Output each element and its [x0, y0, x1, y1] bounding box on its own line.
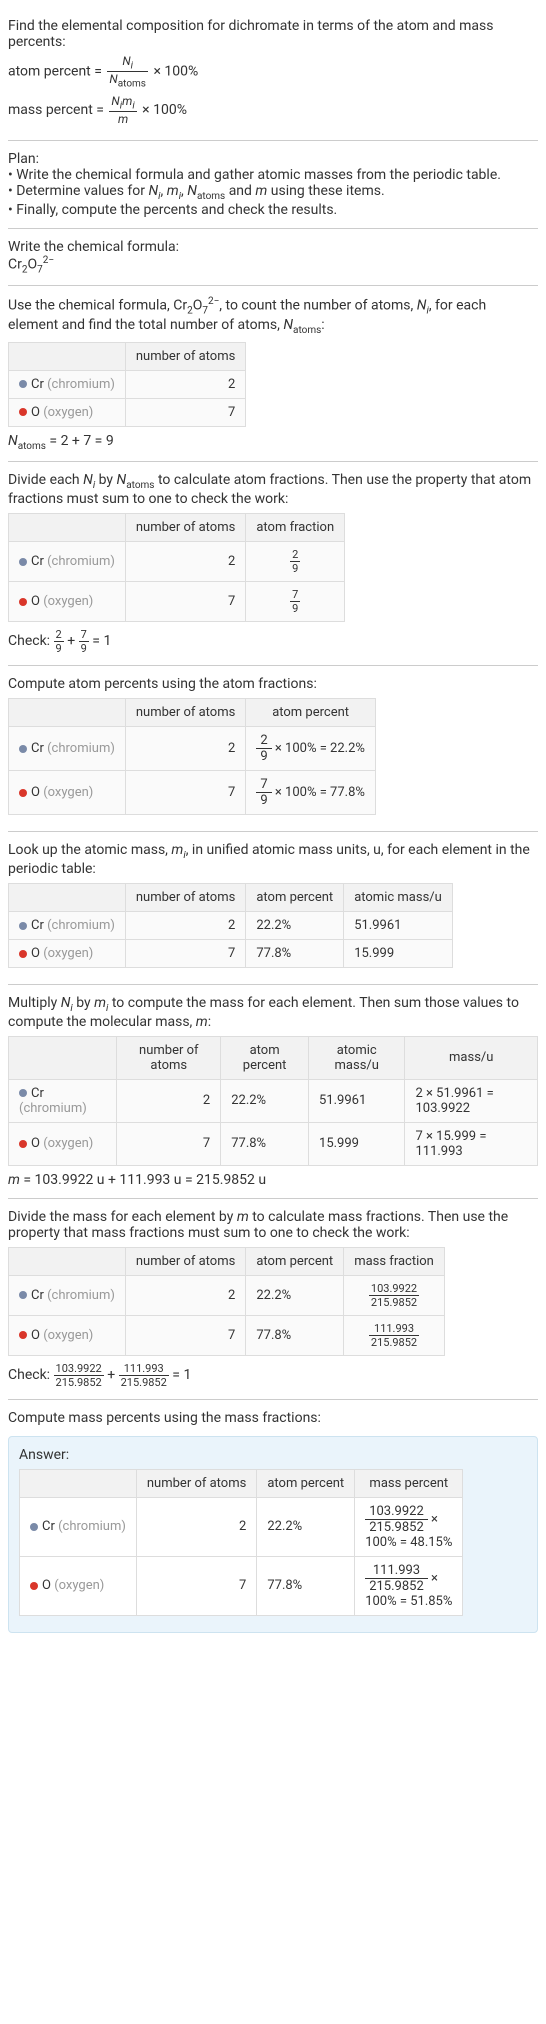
mass-calc-table: number of atomsatom percentatomic mass/u…: [8, 1036, 538, 1166]
mass-percent-formula: mass percent = Nimi m × 100%: [8, 94, 538, 126]
dot-icon: [19, 558, 27, 566]
table-row: O (oxygen)777.8%111.993215.9852 ×100% = …: [20, 1556, 463, 1615]
table-row: O (oxygen)779 × 100% = 77.8%: [9, 771, 376, 815]
dot-icon: [19, 745, 27, 753]
dot-icon: [19, 1291, 27, 1299]
natoms-sum: Natoms = 2 + 7 = 9: [8, 433, 538, 452]
dot-icon: [19, 789, 27, 797]
plan-bullet-1: • Write the chemical formula and gather …: [8, 167, 538, 183]
atom-fractions-section: Divide each Ni by Natoms to calculate at…: [8, 462, 538, 666]
mass-fractions-text: Divide the mass for each element by m to…: [8, 1209, 538, 1241]
table-row: Cr (chromium)222.2%51.99612 × 51.9961 = …: [9, 1079, 538, 1122]
dot-icon: [30, 1582, 38, 1590]
dot-icon: [19, 1140, 27, 1148]
atomic-mass-text: Look up the atomic mass, mi, in unified …: [8, 842, 538, 877]
answer-label: Answer:: [19, 1447, 527, 1463]
table-row: O (oxygen)777.8%111.993215.9852: [9, 1315, 445, 1355]
atom-percents-section: Compute atom percents using the atom fra…: [8, 666, 538, 832]
mass-percents-title: Compute mass percents using the mass fra…: [8, 1410, 538, 1426]
atom-fractions-table: number of atomsatom fraction Cr (chromiu…: [8, 513, 345, 622]
atomic-mass-table: number of atomsatom percentatomic mass/u…: [8, 883, 453, 968]
dot-icon: [19, 408, 27, 416]
mass-fractions-section: Divide the mass for each element by m to…: [8, 1199, 538, 1400]
atom-percents-title: Compute atom percents using the atom fra…: [8, 676, 538, 692]
intro-section: Find the elemental composition for dichr…: [8, 8, 538, 141]
atom-fractions-check: Check: 29 + 79 = 1: [8, 628, 538, 655]
plan-title: Plan:: [8, 151, 538, 167]
table-row: O (oxygen)777.8%15.9997 × 15.999 = 111.9…: [9, 1122, 538, 1165]
atom-fractions-text: Divide each Ni by Natoms to calculate at…: [8, 472, 538, 507]
plan-bullet-3: • Finally, compute the percents and chec…: [8, 202, 538, 218]
mass-calc-section: Multiply Ni by mi to compute the mass fo…: [8, 985, 538, 1199]
count-atoms-section: Use the chemical formula, Cr2O72−, to co…: [8, 286, 538, 462]
count-atoms-table: number of atoms Cr (chromium)2 O (oxygen…: [8, 342, 246, 427]
dot-icon: [19, 380, 27, 388]
atom-percents-table: number of atomsatom percent Cr (chromium…: [8, 698, 376, 815]
table-row: O (oxygen)779: [9, 582, 345, 622]
mass-calc-text: Multiply Ni by mi to compute the mass fo…: [8, 995, 538, 1030]
dot-icon: [19, 1331, 27, 1339]
plan-section: Plan: • Write the chemical formula and g…: [8, 141, 538, 229]
answer-table: number of atomsatom percentmass percent …: [19, 1469, 463, 1616]
table-row: Cr (chromium)222.2%51.9961: [9, 912, 453, 940]
intro-text: Find the elemental composition for dichr…: [8, 18, 538, 50]
mass-fractions-check: Check: 103.9922215.9852 + 111.993215.985…: [8, 1362, 538, 1389]
mass-percents-section: Compute mass percents using the mass fra…: [8, 1400, 538, 1643]
mass-fractions-table: number of atomsatom percentmass fraction…: [8, 1247, 445, 1356]
table-row: Cr (chromium)222.2%103.9922215.9852 ×100…: [20, 1497, 463, 1556]
dot-icon: [19, 598, 27, 606]
dot-icon: [19, 950, 27, 958]
write-formula-title: Write the chemical formula:: [8, 239, 538, 255]
table-row: Cr (chromium)229 × 100% = 22.2%: [9, 727, 376, 771]
chemical-formula: Cr2O72−: [8, 255, 538, 275]
atomic-mass-section: Look up the atomic mass, mi, in unified …: [8, 832, 538, 985]
table-row: O (oxygen)7: [9, 398, 246, 426]
table-row: Cr (chromium)222.2%103.9922215.9852: [9, 1275, 445, 1315]
plan-bullet-2: • Determine values for Ni, mi, Natoms an…: [8, 183, 538, 202]
table-row: Cr (chromium)229: [9, 542, 345, 582]
dot-icon: [30, 1523, 38, 1531]
count-atoms-text: Use the chemical formula, Cr2O72−, to co…: [8, 296, 538, 335]
dot-icon: [19, 1089, 27, 1097]
atom-percent-formula: atom percent = Ni Natoms × 100%: [8, 54, 538, 90]
table-row: Cr (chromium)2: [9, 370, 246, 398]
dot-icon: [19, 922, 27, 930]
answer-box: Answer: number of atomsatom percentmass …: [8, 1436, 538, 1633]
write-formula-section: Write the chemical formula: Cr2O72−: [8, 229, 538, 286]
table-row: O (oxygen)777.8%15.999: [9, 940, 453, 968]
molecular-mass-sum: m = 103.9922 u + 111.993 u = 215.9852 u: [8, 1172, 538, 1188]
